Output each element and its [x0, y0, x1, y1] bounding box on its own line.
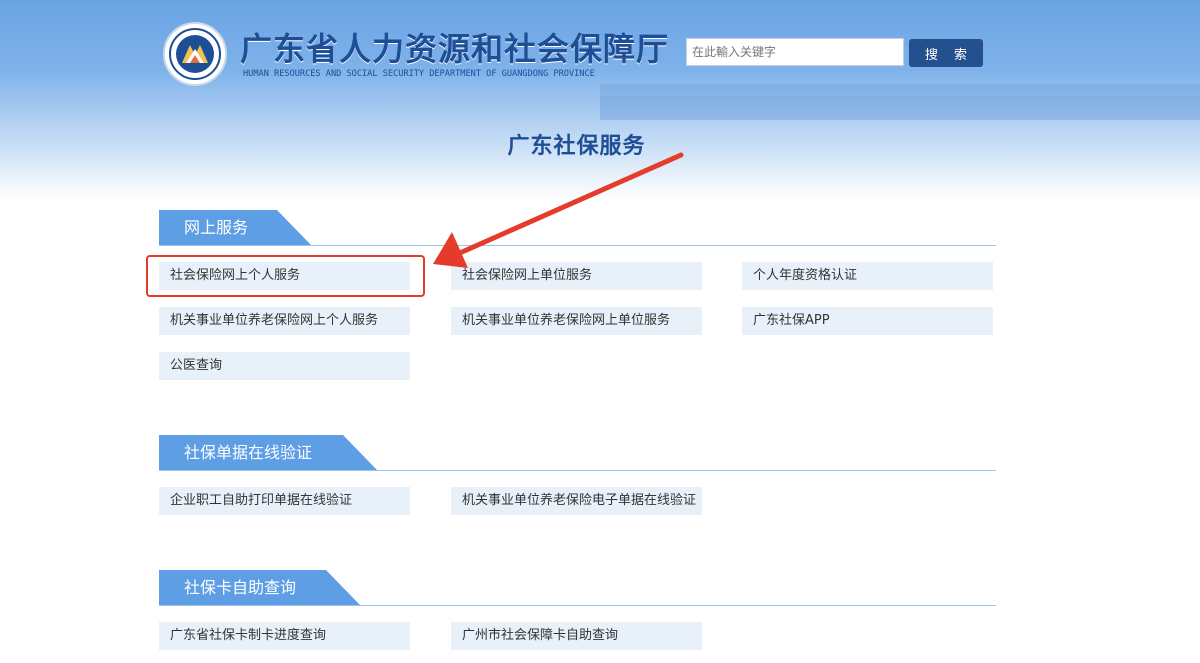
- annotation-arrow-icon: [433, 152, 684, 268]
